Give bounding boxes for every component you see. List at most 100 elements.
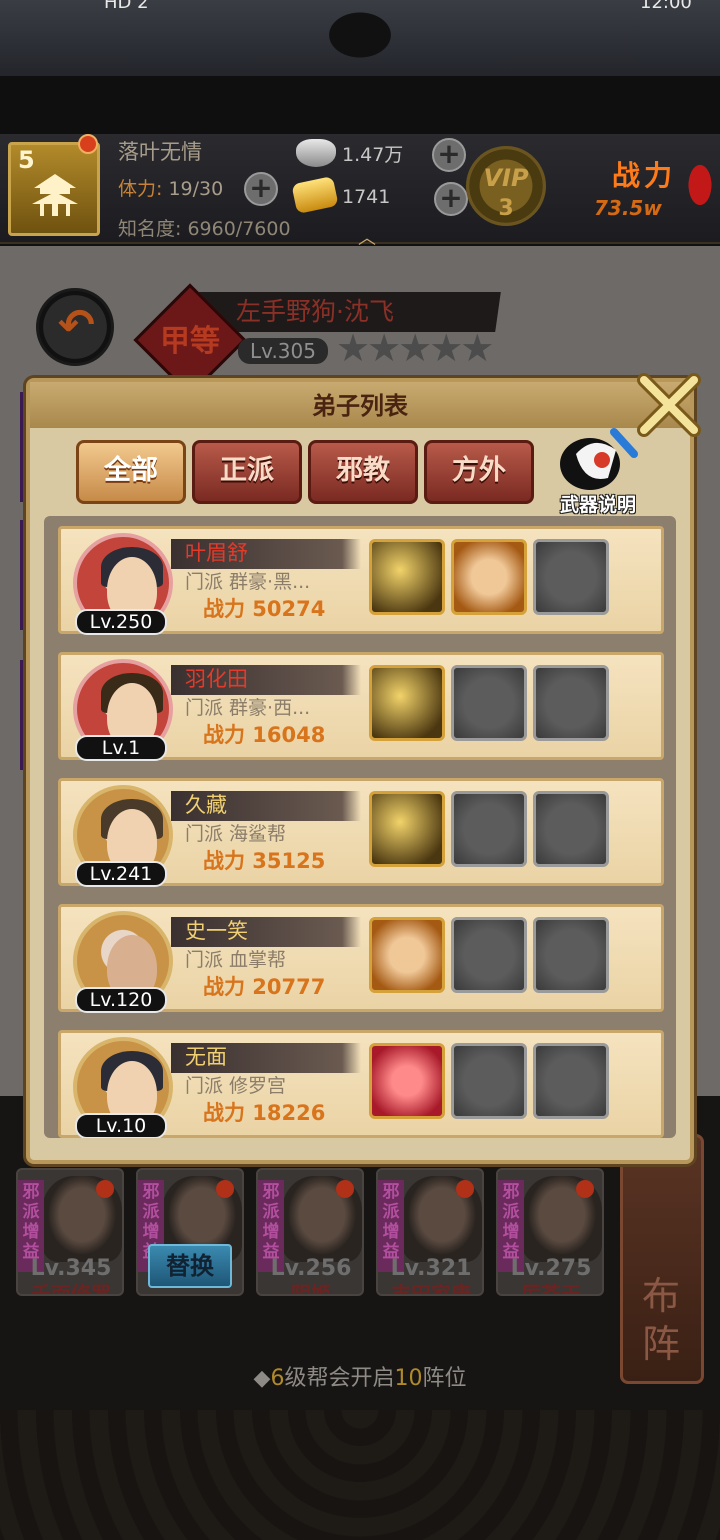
- weapon-slot-sword-icon[interactable]: [369, 665, 445, 741]
- silver-value: 1.47万: [342, 144, 404, 166]
- disciple-card[interactable]: Lv.10 无面 门派 修罗宫 战力 18226: [58, 1030, 664, 1138]
- disciple-list[interactable]: Lv.250 叶眉舒 门派 群豪·黑... 战力 50274 Lv.1 羽化田 …: [44, 516, 676, 1138]
- panel-title: 弟子列表: [312, 392, 408, 420]
- silver-icon: [296, 139, 336, 167]
- tab-all[interactable]: 全部: [76, 440, 186, 504]
- formation-unlock-note: ◆6级帮会开启10阵位: [0, 1360, 720, 1392]
- member-name: 厉苍天: [521, 1282, 581, 1296]
- add-gold-button[interactable]: +: [434, 182, 468, 216]
- chevron-up-icon[interactable]: ︿: [350, 224, 384, 249]
- disciple-sect: 门派 群豪·西...: [185, 697, 311, 719]
- weapon-slot-empty[interactable]: [533, 917, 609, 993]
- note-bullet: ◆: [253, 1366, 271, 1391]
- stamina-label: 体力:: [118, 178, 163, 200]
- power-label: 战力: [612, 159, 677, 192]
- team-slot[interactable]: 邪派增益 替换: [136, 1168, 244, 1296]
- disciple-power: 战力 20777: [203, 975, 326, 999]
- weapon-slot-vortex-icon[interactable]: [369, 1043, 445, 1119]
- back-arrow-icon: ↶: [58, 300, 95, 351]
- tab-outsider[interactable]: 方外: [424, 440, 534, 504]
- disciple-power: 战力 18226: [203, 1101, 326, 1125]
- tab-evil-cult[interactable]: 邪教: [308, 440, 418, 504]
- status-time: 12:00: [640, 0, 692, 13]
- team-slot[interactable]: 邪派增益 Lv.256 阴姬: [256, 1168, 364, 1296]
- member-name: 阴姬: [291, 1282, 331, 1296]
- weapon-slot-claw-icon[interactable]: [369, 539, 445, 615]
- formation-label: 布阵: [641, 1274, 680, 1366]
- notification-dot: [78, 134, 98, 154]
- power-decoration: [680, 150, 720, 220]
- player-level: 5: [18, 146, 35, 174]
- team-slot[interactable]: 邪派增益 Lv.321 丰田家康: [376, 1168, 484, 1296]
- gold-value: 1741: [342, 186, 391, 208]
- disciple-level: Lv.120: [75, 987, 167, 1013]
- notification-dot: [96, 1180, 114, 1198]
- status-network: HD 2: [104, 0, 149, 13]
- weapon-info-icon[interactable]: [554, 424, 644, 494]
- disciple-level: Lv.250: [75, 609, 167, 635]
- note-text: 级帮会开启: [284, 1366, 395, 1391]
- weapon-slot-empty[interactable]: [451, 917, 527, 993]
- disciple-sect: 门派 群豪·黑...: [185, 571, 311, 593]
- disciple-card[interactable]: Lv.241 久藏 门派 海鲨帮 战力 35125: [58, 778, 664, 887]
- hero-level: Lv.305: [238, 338, 328, 364]
- disciple-name: 无面: [185, 1045, 227, 1069]
- weapon-slot-blade-icon[interactable]: [369, 791, 445, 867]
- member-name: 丰田家康: [391, 1282, 471, 1296]
- disciple-name: 叶眉舒: [185, 541, 248, 565]
- top-strip: [0, 76, 720, 134]
- disciple-power: 战力 50274: [203, 597, 326, 621]
- disciple-name: 羽化田: [185, 667, 248, 691]
- weapon-info-label: 武器说明: [559, 494, 636, 516]
- notification-dot: [336, 1180, 354, 1198]
- notification-dot: [456, 1180, 474, 1198]
- close-icon[interactable]: [636, 372, 702, 438]
- swap-button[interactable]: 替换: [148, 1244, 232, 1288]
- disciple-power: 战力 16048: [203, 723, 326, 747]
- disciple-sect: 门派 修罗宫: [185, 1075, 287, 1097]
- weapon-slot-empty[interactable]: [451, 665, 527, 741]
- stamina-row: 体力: 19/30: [118, 174, 223, 201]
- power-value: 73.5w: [594, 196, 662, 220]
- banner-ornament: [312, 0, 408, 70]
- hero-grade: 甲等: [160, 324, 220, 359]
- vip-label: VIP: [483, 164, 529, 192]
- vip-level: 3: [498, 196, 514, 221]
- fame-value: 知名度: 6960/7600: [118, 218, 291, 240]
- notification-dot: [216, 1180, 234, 1198]
- disciple-card[interactable]: Lv.1 羽化田 门派 群豪·西... 战力 16048: [58, 652, 664, 761]
- pagoda-icon: [32, 174, 78, 216]
- disciple-level: Lv.1: [75, 735, 167, 761]
- tab-orthodox[interactable]: 正派: [192, 440, 302, 504]
- weapon-slot-empty[interactable]: [533, 665, 609, 741]
- weapon-slot-empty[interactable]: [533, 791, 609, 867]
- disciple-name: 久藏: [185, 793, 227, 817]
- player-name: 落叶无情: [118, 140, 202, 164]
- disciple-sect: 门派 海鲨帮: [185, 823, 287, 845]
- disciple-level: Lv.10: [75, 1113, 167, 1138]
- disciple-card[interactable]: Lv.120 史一笑 门派 血掌帮 战力 20777: [58, 904, 664, 1013]
- disciple-power: 战力 35125: [203, 849, 326, 873]
- note-slot-count: 10: [394, 1366, 423, 1391]
- notification-dot: [576, 1180, 594, 1198]
- weapon-slot-palm-icon[interactable]: [369, 917, 445, 993]
- team-slot[interactable]: 邪派增益 Lv.275 厉苍天: [496, 1168, 604, 1296]
- weapon-slot-empty[interactable]: [451, 1043, 527, 1119]
- member-name: 千面修罗: [31, 1282, 111, 1296]
- bottom-pattern: [0, 1410, 720, 1540]
- disciple-card[interactable]: Lv.250 叶眉舒 门派 群豪·黑... 战力 50274: [58, 526, 664, 635]
- add-stamina-button[interactable]: +: [244, 172, 278, 206]
- weapon-slot-empty[interactable]: [451, 791, 527, 867]
- hero-name: 左手野狗·沈飞: [236, 297, 394, 326]
- note-suffix: 阵位: [422, 1366, 467, 1391]
- team-slot[interactable]: 邪派增益 Lv.345 千面修罗: [16, 1168, 124, 1296]
- disciple-name: 史一笑: [185, 919, 248, 943]
- weapon-slot-empty[interactable]: [533, 1043, 609, 1119]
- stamina-value: 19/30: [168, 178, 224, 200]
- add-silver-button[interactable]: +: [432, 138, 466, 172]
- hero-stars: ★★★★★: [336, 326, 494, 370]
- weapon-slot-palm-icon[interactable]: [451, 539, 527, 615]
- weapon-slot-empty[interactable]: [533, 539, 609, 615]
- disciple-level: Lv.241: [75, 861, 167, 887]
- note-guild-level: 6: [270, 1366, 285, 1391]
